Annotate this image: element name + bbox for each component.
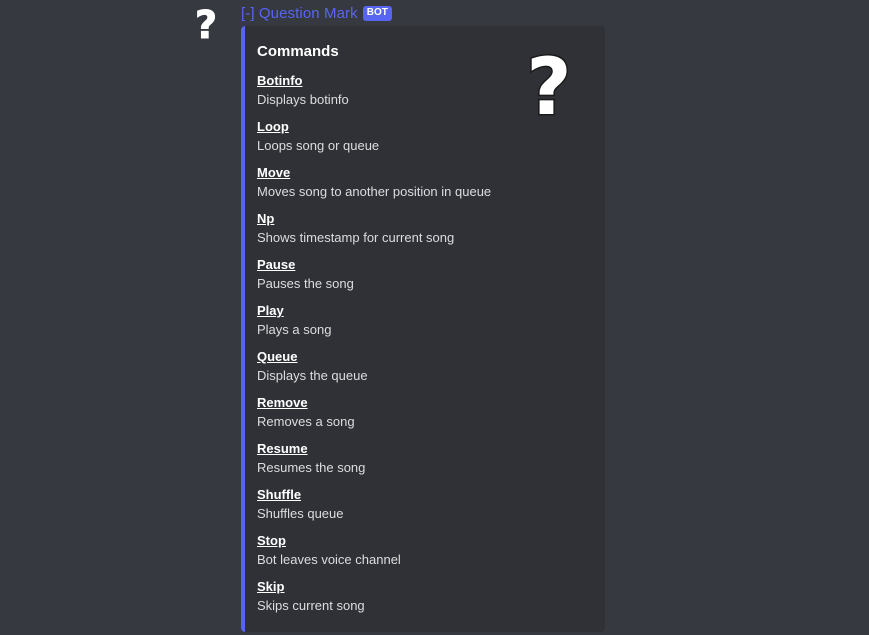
field-value: Loops song or queue [257,138,380,153]
field-name: Remove [257,395,308,410]
embed-title: Commands [257,43,339,60]
field-name: Play [257,303,284,318]
embed-field-queue: Queue Displays the queue [257,348,517,394]
field-name: Np [257,211,275,226]
field-value: Displays the queue [257,368,368,383]
embed-accent-bar [241,26,245,632]
field-value: Moves song to another position in queue [257,184,492,199]
field-name: Botinfo [257,73,303,88]
field-name: Resume [257,441,308,456]
embed-field-skip: Skip Skips current song [257,578,517,624]
username[interactable]: [-] Question Mark [241,5,358,22]
field-name: Loop [257,119,289,134]
avatar[interactable]: ? [186,4,226,44]
field-name: Move [257,165,291,180]
chat-message: ? [-] Question Mark BOT Commands ? Botin… [0,0,869,635]
field-name: Shuffle [257,487,302,502]
field-value: Shows timestamp for current song [257,230,455,245]
embed: Commands ? Botinfo Displays botinfo Loop Lo… [241,26,605,632]
embed-field-pause: Pause Pauses the song [257,256,517,302]
embed-field-remove: Remove Removes a song [257,394,517,440]
embed-field-shuffle: Shuffle Shuffles queue [257,486,517,532]
field-value: Bot leaves voice channel [257,552,401,567]
field-value: Skips current song [257,598,365,613]
embed-field-resume: Resume Resumes the song [257,440,517,486]
field-name: Pause [257,257,296,272]
embed-field-np: Np Shows timestamp for current song [257,210,517,256]
field-value: Resumes the song [257,460,366,475]
field-name: Skip [257,579,285,594]
embed-field-botinfo: Botinfo Displays botinfo [257,72,517,118]
question-mark-icon[interactable]: ? [517,48,581,120]
svg-text:?: ? [195,4,217,44]
field-value: Pauses the song [257,276,354,291]
field-value: Displays botinfo [257,92,349,107]
field-value: Shuffles queue [257,506,344,521]
embed-field-stop: Stop Bot leaves voice channel [257,532,517,578]
svg-text:?: ? [526,48,571,120]
message-header: [-] Question Mark BOT [241,4,392,22]
field-name: Queue [257,349,298,364]
field-value: Removes a song [257,414,355,429]
embed-field-play: Play Plays a song [257,302,517,348]
embed-field-loop: Loop Loops song or queue [257,118,517,164]
question-mark-icon: ? [194,4,217,44]
field-value: Plays a song [257,322,332,337]
embed-fields: Botinfo Displays botinfo Loop Loops song or… [257,72,517,624]
field-name: Stop [257,533,286,548]
bot-badge: BOT [362,5,392,21]
embed-field-move: Move Moves song to another position in qu… [257,164,517,210]
